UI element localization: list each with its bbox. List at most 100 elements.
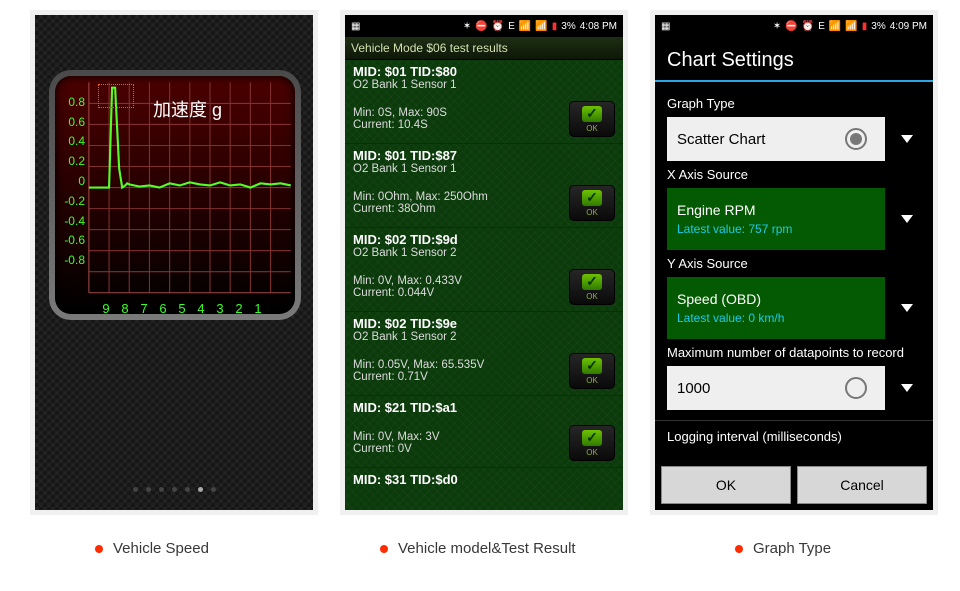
result-sensor: O2 Bank 1 Sensor 2 [353, 247, 615, 259]
chart-ytick: 0.8 [57, 95, 85, 109]
result-ok-button[interactable]: ✓OK [569, 185, 615, 221]
y-axis-field[interactable]: Speed (OBD) Latest value: 0 km/h [667, 277, 921, 339]
result-sensor: O2 Bank 1 Sensor 2 [353, 331, 615, 343]
x-axis-label: X Axis Source [667, 167, 921, 182]
result-title: MID: $01 TID:$80 [353, 64, 615, 79]
result-header-row: MID: $01 TID:$80O2 Bank 1 Sensor 1 [345, 60, 623, 97]
y-axis-label: Y Axis Source [667, 256, 921, 271]
max-points-dropdown[interactable] [893, 366, 921, 410]
x-axis-select[interactable]: Engine RPM Latest value: 757 rpm [667, 188, 885, 250]
check-icon: ✓ [582, 274, 602, 290]
chart-title: 加速度 g [153, 96, 222, 122]
result-header-row: MID: $31 TID:$d0 [345, 467, 623, 493]
chart-xtick: 2 [235, 301, 242, 316]
results-list[interactable]: MID: $01 TID:$80O2 Bank 1 Sensor 1 Min: 0… [345, 60, 623, 510]
check-icon: ✓ [582, 106, 602, 122]
ok-button[interactable]: OK [661, 466, 791, 504]
phone-vehicle-speed: 0.80.60.40.20-0.2-0.4-0.6-0.8 987654321 … [30, 10, 318, 515]
cancel-button[interactable]: Cancel [797, 466, 927, 504]
max-points-field[interactable]: 1000 [667, 366, 921, 410]
bullet-icon [380, 545, 388, 553]
result-header-row: MID: $01 TID:$87O2 Bank 1 Sensor 1 [345, 143, 623, 181]
caption-2-text: Vehicle model&Test Result [398, 540, 576, 557]
dialog-body: Graph Type Scatter Chart X Axis Source E… [655, 82, 933, 458]
result-detail-row: Min: 0S, Max: 90SCurrent: 10.4S ✓ OK [345, 97, 623, 143]
graph-type-label: Graph Type [667, 96, 921, 111]
chart-ytick: -0.8 [57, 253, 85, 267]
chevron-down-icon [901, 304, 913, 312]
status-time: 4:09 PM [890, 21, 927, 32]
result-detail-row: Min: 0V, Max: 0.433VCurrent: 0.044V ✓ OK [345, 265, 623, 311]
result-ok-button[interactable]: ✓ OK [569, 269, 615, 305]
chart-xtick: 3 [216, 301, 223, 316]
y-axis-value: Speed (OBD) [677, 291, 875, 307]
status-time: 4:08 PM [580, 21, 617, 32]
chart-xtick: 9 [102, 301, 109, 316]
chart-ytick: -0.6 [57, 233, 85, 247]
chart-xtick: 5 [178, 301, 185, 316]
chart-frame: 0.80.60.40.20-0.2-0.4-0.6-0.8 987654321 … [49, 70, 301, 320]
graph-type-field[interactable]: Scatter Chart [667, 117, 921, 161]
dialog-title: Chart Settings [655, 37, 933, 82]
chart-xtick: 4 [197, 301, 204, 316]
radio-icon [845, 377, 867, 399]
phone-chart-settings: ▦ ✶⛔⏰E 📶📶▮ 3% 4:09 PM Chart Settings Gra… [650, 10, 938, 515]
chart-selection-box [98, 84, 134, 108]
caption-2: Vehicle model&Test Result [380, 540, 576, 557]
max-points-label: Maximum number of datapoints to record [667, 345, 921, 360]
result-detail-row: Min: 0.05V, Max: 65.535VCurrent: 0.71V✓O… [345, 349, 623, 395]
ok-label: OK [586, 124, 598, 133]
ok-label: OK [586, 448, 598, 457]
caption-3: Graph Type [735, 540, 831, 557]
result-detail-row: Min: 0Ohm, Max: 250OhmCurrent: 38Ohm✓OK [345, 181, 623, 227]
check-icon: ✓ [582, 430, 602, 446]
chevron-down-icon [901, 215, 913, 223]
chart-ytick: 0.2 [57, 154, 85, 168]
dialog-button-bar: OK Cancel [655, 460, 933, 510]
result-header-row: MID: $02 TID:$9dO2 Bank 1 Sensor 2 [345, 227, 623, 265]
chart-xtick: 8 [121, 301, 128, 316]
result-sensor: O2 Bank 1 Sensor 1 [353, 79, 615, 91]
result-header-row: MID: $02 TID:$9eO2 Bank 1 Sensor 2 [345, 311, 623, 349]
chart-xtick: 1 [254, 301, 261, 316]
phone-test-results: ▦ ✶⛔⏰E 📶📶▮ 3% 4:08 PM Vehicle Mode $06 t… [340, 10, 628, 515]
result-detail: Min: 0S, Max: 90SCurrent: 10.4S [353, 107, 563, 131]
max-points-select[interactable]: 1000 [667, 366, 885, 410]
result-ok-button[interactable]: ✓ OK [569, 101, 615, 137]
check-icon: ✓ [582, 190, 602, 206]
max-points-value: 1000 [677, 380, 845, 397]
chart-ytick: -0.2 [57, 194, 85, 208]
page-indicator[interactable] [35, 487, 313, 492]
graph-type-dropdown[interactable] [893, 117, 921, 161]
y-axis-dropdown[interactable] [893, 286, 921, 330]
chart-ytick: 0.6 [57, 115, 85, 129]
result-detail: Min: 0V, Max: 0.433VCurrent: 0.044V [353, 275, 563, 299]
result-detail: Min: 0.05V, Max: 65.535VCurrent: 0.71V [353, 359, 563, 383]
results-header: Vehicle Mode $06 test results [345, 37, 623, 60]
y-axis-select[interactable]: Speed (OBD) Latest value: 0 km/h [667, 277, 885, 339]
battery-percent: 3% [871, 21, 885, 32]
caption-3-text: Graph Type [753, 540, 831, 557]
graph-type-select[interactable]: Scatter Chart [667, 117, 885, 161]
ok-label: OK [586, 292, 598, 301]
result-title: MID: $01 TID:$87 [353, 148, 615, 163]
status-bar: ▦ ✶⛔⏰E 📶📶▮ 3% 4:09 PM [655, 15, 933, 37]
x-axis-dropdown[interactable] [893, 197, 921, 241]
chart-ytick: -0.4 [57, 214, 85, 228]
chart-xtick: 6 [159, 301, 166, 316]
check-icon: ✓ [582, 358, 602, 374]
x-axis-value: Engine RPM [677, 202, 875, 218]
result-title: MID: $02 TID:$9e [353, 316, 615, 331]
result-ok-button[interactable]: ✓ OK [569, 425, 615, 461]
result-title: MID: $02 TID:$9d [353, 232, 615, 247]
chevron-down-icon [901, 135, 913, 143]
chart-panel[interactable]: 0.80.60.40.20-0.2-0.4-0.6-0.8 987654321 … [55, 76, 295, 314]
chevron-down-icon [901, 384, 913, 392]
status-left-icons: ▦ [661, 21, 670, 32]
x-axis-field[interactable]: Engine RPM Latest value: 757 rpm [667, 188, 921, 250]
graph-type-value: Scatter Chart [677, 131, 845, 148]
x-axis-latest: Latest value: 757 rpm [677, 222, 875, 236]
result-ok-button[interactable]: ✓OK [569, 353, 615, 389]
phone1-body: 0.80.60.40.20-0.2-0.4-0.6-0.8 987654321 … [35, 15, 313, 510]
y-axis-latest: Latest value: 0 km/h [677, 311, 875, 325]
